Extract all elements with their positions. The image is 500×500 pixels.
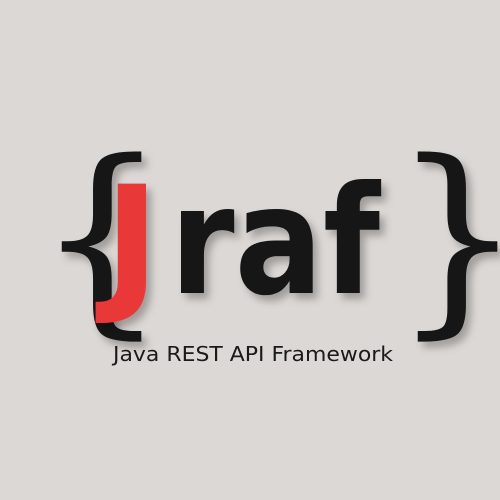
logo-canvas: { } J raf Java REST API Framework	[0, 0, 500, 500]
logo-word-raf: raf	[170, 155, 382, 329]
logo-tagline: Java REST API Framework	[111, 342, 394, 366]
right-brace: }	[392, 117, 500, 357]
jraf-logo: { } J raf Java REST API Framework	[36, 117, 500, 366]
logo-letter-j: J	[95, 155, 160, 329]
